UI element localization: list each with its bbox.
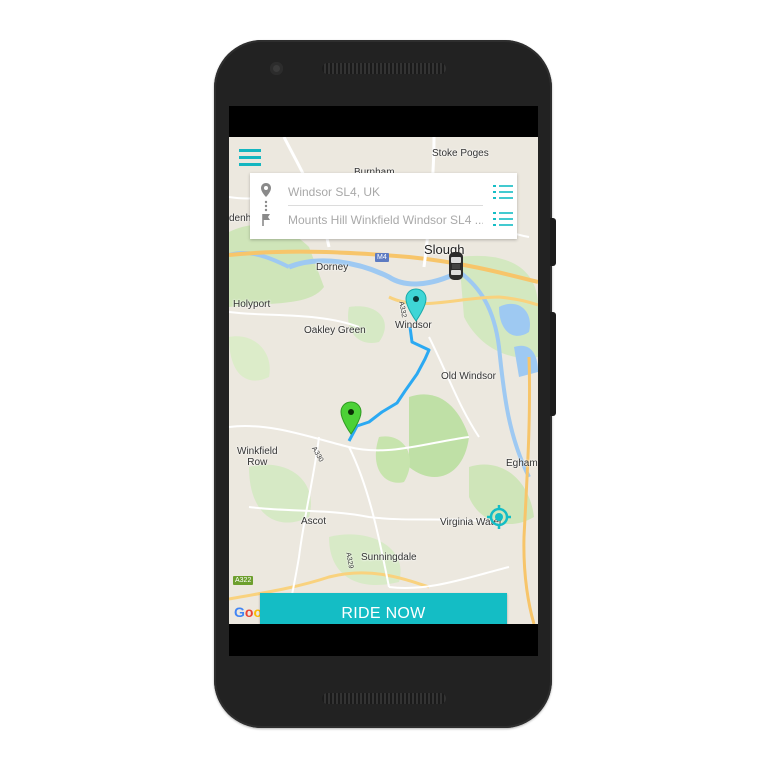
- power-button: [550, 218, 556, 266]
- origin-pin-icon[interactable]: [340, 401, 362, 435]
- ride-now-button[interactable]: Ride now: [260, 593, 507, 624]
- pickup-address-field[interactable]: Windsor SL4, UK: [288, 179, 483, 206]
- location-pin-icon: [261, 183, 271, 197]
- place-label-old-windsor: Old Windsor: [441, 371, 497, 382]
- road-shield-m4: M4: [375, 253, 389, 262]
- map-view[interactable]: Stoke Poges Slough Dorney Holyport Winds…: [229, 137, 538, 624]
- volume-button: [550, 312, 556, 416]
- hamburger-icon[interactable]: [239, 149, 261, 167]
- route-dots-icon: [264, 200, 268, 212]
- place-label-stoke-poges: Stoke Poges: [432, 148, 489, 159]
- pickup-list-icon[interactable]: [493, 184, 513, 200]
- place-label-dorney: Dorney: [316, 262, 349, 273]
- place-label-sunningdale: Sunningdale: [361, 552, 417, 563]
- address-card: Windsor SL4, UK Mounts Hill Winkfield Wi…: [250, 173, 517, 239]
- dropoff-list-icon[interactable]: [493, 211, 513, 227]
- locate-crosshair-icon[interactable]: [486, 504, 512, 530]
- phone-screen: Stoke Poges Slough Dorney Holyport Winds…: [229, 106, 538, 656]
- place-label-ascot: Ascot: [301, 516, 327, 527]
- place-label-egham: Egham: [506, 458, 538, 469]
- place-label-holyport: Holyport: [233, 299, 271, 310]
- bottom-speaker: [322, 693, 446, 704]
- road-shield-a322: A322: [233, 576, 254, 585]
- place-label-maidenhead: denh: [229, 213, 252, 224]
- dropoff-address-field[interactable]: Mounts Hill Winkfield Windsor SL4 ...: [288, 207, 483, 233]
- destination-pin-icon[interactable]: [405, 288, 427, 322]
- car-icon: [449, 252, 463, 280]
- flag-icon: [262, 214, 270, 226]
- earpiece-speaker: [322, 63, 446, 74]
- place-label-oakley-green: Oakley Green: [304, 325, 366, 336]
- place-label-winkfield-row: Winkfield Row: [237, 446, 278, 468]
- front-camera: [270, 62, 283, 75]
